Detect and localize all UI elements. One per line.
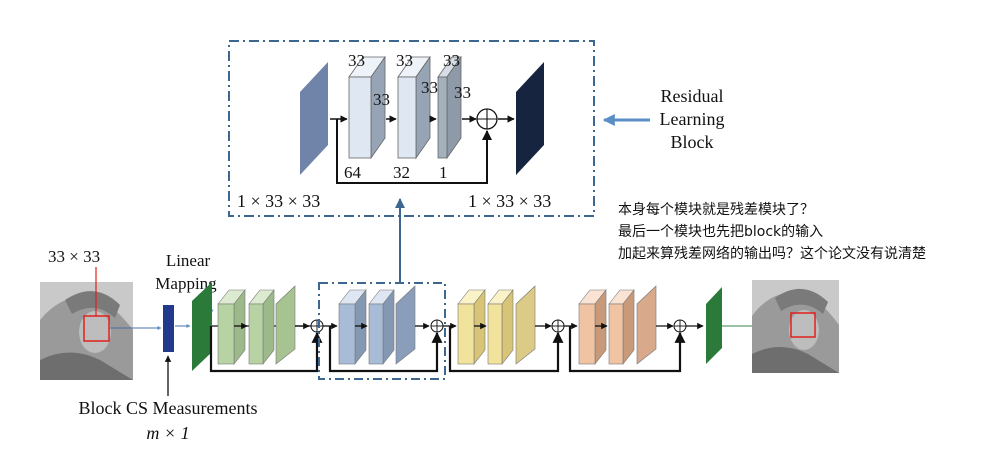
residual-block-3: [443, 285, 565, 373]
output-dimension: 1 × 33 × 33: [468, 191, 551, 211]
conv-layer: [395, 285, 416, 365]
initial-reconstruction: [192, 282, 212, 371]
caption-line: Block: [671, 132, 714, 152]
kernel-label: 33: [443, 51, 460, 70]
conv-layer: [487, 289, 514, 365]
final-reconstruction-layer: [706, 287, 722, 364]
input-image: [40, 282, 133, 380]
annotation-line: 加起来算残差网络的输出吗？这个论文没有说清楚: [618, 245, 926, 262]
conv-layer: [248, 289, 275, 365]
channel-label: 32: [393, 163, 410, 182]
conv-layer-32: [397, 55, 431, 160]
annotation-line: 本身每个模块就是残差模块了？: [618, 202, 814, 218]
measurements-dimension: m × 1: [146, 423, 189, 443]
kernel-label: 33: [454, 83, 471, 102]
kernel-label: 33: [396, 51, 413, 70]
output-feature-map: [516, 62, 544, 175]
sum-node-detail: [476, 108, 498, 130]
measurements-label: Block CS Measurements: [79, 398, 258, 418]
annotation-line: 最后一个模块也先把block的输入: [618, 224, 823, 240]
conv-layer: [217, 289, 246, 365]
conv-layer: [515, 285, 536, 365]
residual-block-2: [318, 282, 446, 380]
caption-line: Learning: [660, 109, 725, 129]
sum-node: [673, 319, 687, 333]
kernel-label: 33: [421, 78, 438, 97]
kernel-label: 33: [373, 90, 390, 109]
measurement-vector: [163, 305, 174, 352]
sum-node: [551, 319, 565, 333]
sum-node: [310, 319, 324, 333]
residual-block-1: [209, 285, 324, 373]
annotation: 本身每个模块就是残差模块了？ 最后一个模块也先把block的输入 加起来算残差网…: [618, 202, 926, 262]
caption-line: Residual: [661, 86, 724, 106]
conv-layer: [636, 285, 657, 365]
conv-layer: [368, 289, 395, 365]
kernel-label: 33: [348, 51, 365, 70]
channel-label: 1: [439, 163, 448, 182]
input-dimension: 1 × 33 × 33: [237, 191, 320, 211]
residual-block-4: [564, 285, 687, 373]
channel-label: 64: [344, 163, 362, 182]
conv-layer: [275, 285, 296, 365]
input-feature-map: [300, 62, 328, 175]
linear-mapping-label: Linear: [166, 251, 211, 270]
conv-layer: [338, 289, 367, 365]
residual-block-caption: Residual Learning Block: [602, 86, 725, 152]
conv-layer: [578, 289, 607, 365]
sum-node: [430, 319, 444, 333]
conv-layer-1: [437, 55, 462, 160]
reconnet-diagram: 33 33 33 33 33 33 64 32 1 1 × 33 × 33 1 …: [40, 40, 926, 443]
conv-layer: [457, 289, 486, 365]
output-image: [752, 280, 839, 373]
residual-block-detail: 33 33 33 33 33 33 64 32 1 1 × 33 × 33 1 …: [228, 40, 595, 217]
block-size-label: 33 × 33: [48, 247, 100, 266]
conv-layer: [608, 289, 635, 365]
